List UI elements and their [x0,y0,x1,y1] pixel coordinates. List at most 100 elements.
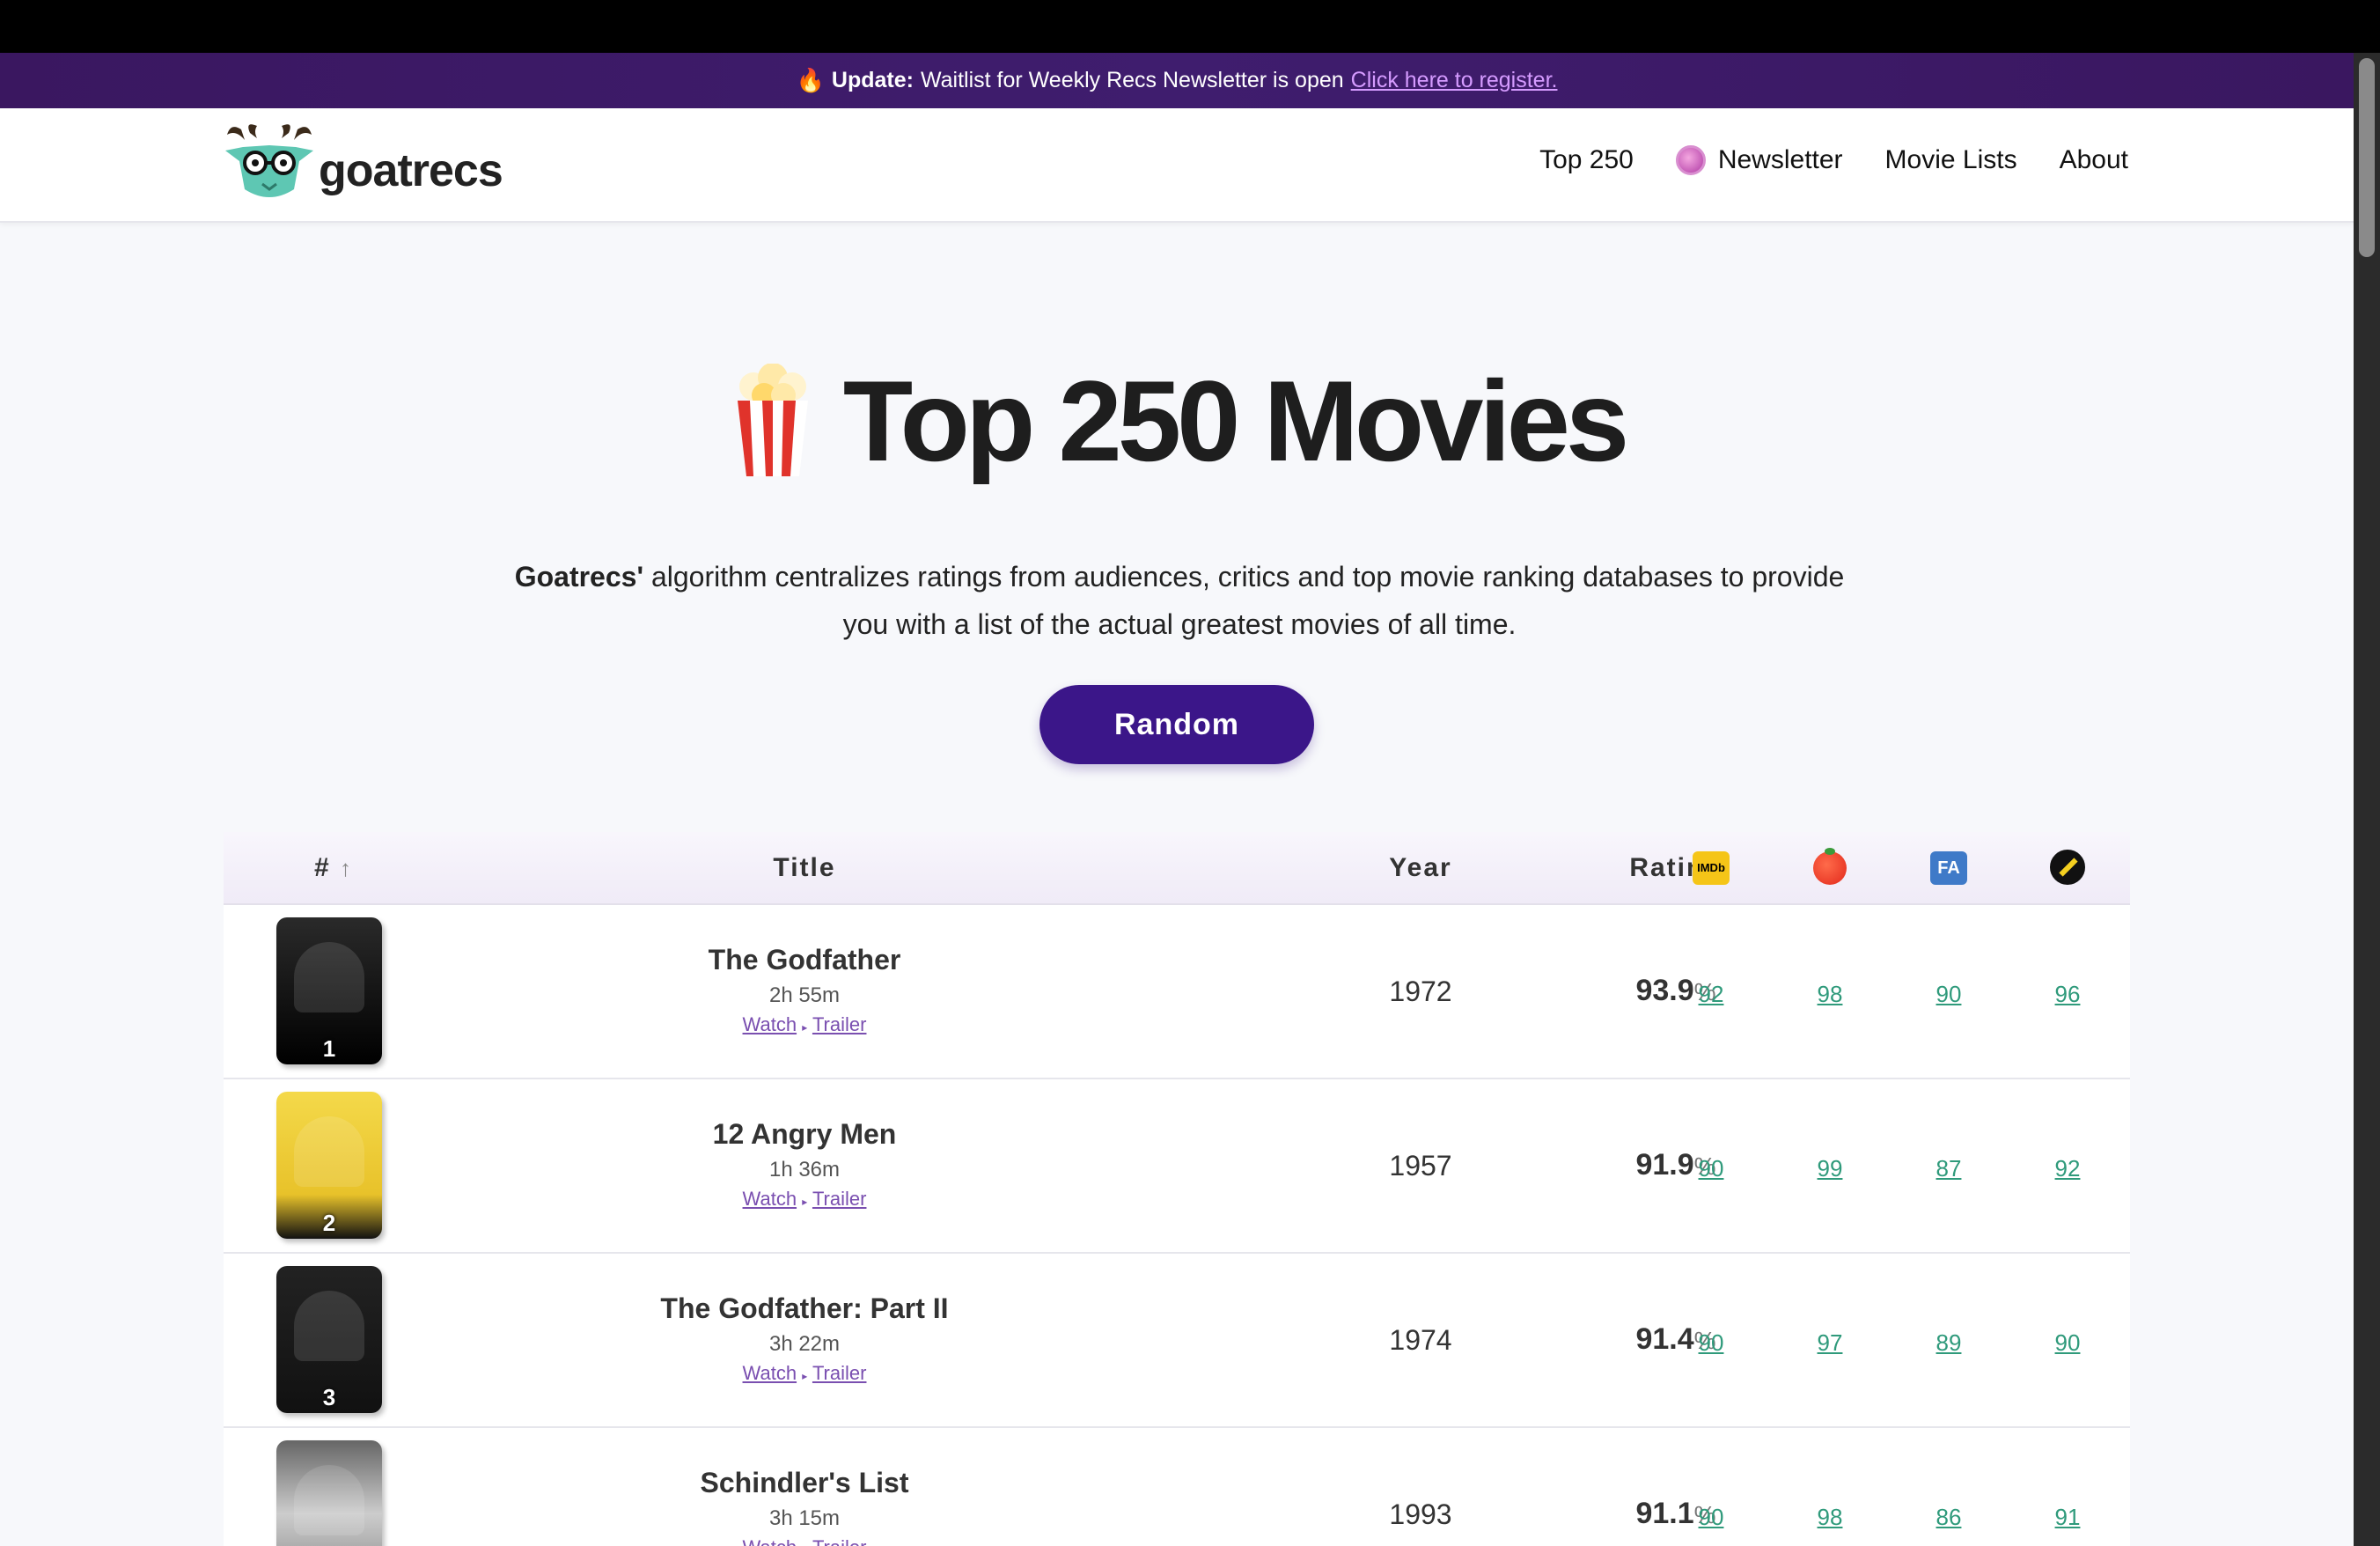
logo-text: goatrecs [319,145,503,196]
banner-register-link[interactable]: Click here to register. [1351,68,1558,93]
movie-runtime: 3h 15m [768,1506,841,1530]
filmaffinity-icon: FA [1930,851,1967,885]
table-row[interactable]: 3 The Godfather: Part II 3h 22m Watch ▸ … [224,1254,2130,1428]
rank-number: 2 [322,1210,336,1236]
nav-movie-lists[interactable]: Movie Lists [1885,145,2017,175]
filmaffinity-score[interactable]: 90 [1896,981,2002,1008]
title-cell: Schindler's List 3h 15m Watch ▸ Trailer [620,1467,989,1546]
page-description: Goatrecs' algorithm centralizes ratings … [493,553,1866,648]
letterboxd-score[interactable]: 90 [2015,1329,2120,1357]
nav-newsletter[interactable]: Newsletter [1675,145,1843,175]
rank-number: 3 [322,1384,336,1410]
trailer-link[interactable]: Trailer [812,1013,867,1035]
poster-art [294,1116,364,1187]
random-button[interactable]: Random [1039,685,1314,764]
navbar: goatrecs Top 250 Newsletter Movie Lists … [0,108,2354,223]
table-row[interactable]: 1 The Godfather 2h 55m Watch ▸ Trailer 1… [224,905,2130,1079]
movie-links: Watch ▸ Trailer [620,1013,989,1036]
movie-title[interactable]: 12 Angry Men [620,1118,989,1151]
update-banner: 🔥 Update: Waitlist for Weekly Recs Newsl… [0,53,2354,108]
page-title: Top 250 Movies [0,355,2354,487]
filmaffinity-score[interactable]: 86 [1896,1504,2002,1531]
poster-art [294,1465,364,1535]
scrollbar-thumb[interactable] [2359,58,2375,257]
movie-title[interactable]: The Godfather [620,944,989,976]
header-rotten-tomatoes[interactable] [1777,848,1883,885]
movie-year: 1972 [1389,975,1452,1007]
goat-logo-icon [225,124,313,197]
play-arrow-icon: ▸ [802,1021,808,1034]
header-filmaffinity[interactable]: FA [1896,851,2002,885]
header-rank-label: # [313,852,331,882]
table-row[interactable]: 4 Schindler's List 3h 15m Watch ▸ Traile… [224,1428,2130,1546]
fire-icon: 🔥 [796,67,825,93]
movies-table: # ↑ Title Year Rating IMDb FA 1 The Godf… [224,832,2130,1546]
filmaffinity-score[interactable]: 89 [1896,1329,2002,1357]
browser-top-bar [0,0,2380,53]
movie-runtime: 1h 36m [768,1158,841,1182]
title-cell: The Godfather 2h 55m Watch ▸ Trailer [620,944,989,1036]
banner-label: Update: [831,68,914,92]
scrollbar[interactable] [2354,53,2380,1546]
trailer-link[interactable]: Trailer [812,1536,867,1546]
watch-link[interactable]: Watch [743,1362,797,1384]
tomato-icon [1813,848,1847,885]
poster-art [294,1291,364,1361]
watch-link[interactable]: Watch [743,1188,797,1210]
movie-runtime: 2h 55m [768,983,841,1007]
table-row[interactable]: 2 12 Angry Men 1h 36m Watch ▸ Trailer 19… [224,1079,2130,1254]
rotten-tomatoes-score[interactable]: 98 [1777,1504,1883,1531]
nav-about[interactable]: About [2060,145,2128,175]
header-rank[interactable]: # ↑ [224,853,444,883]
filmaffinity-score[interactable]: 87 [1896,1155,2002,1182]
rotten-tomatoes-score[interactable]: 98 [1777,981,1883,1008]
logo[interactable]: goatrecs [224,121,503,205]
watch-link[interactable]: Watch [743,1536,797,1546]
main-nav: Top 250 Newsletter Movie Lists About [1539,145,2128,175]
rotten-tomatoes-score[interactable]: 97 [1777,1329,1883,1357]
header-title[interactable]: Title [620,853,989,883]
poster-art [294,942,364,1012]
movie-title[interactable]: The Godfather: Part II [620,1292,989,1325]
desc-text: algorithm centralizes ratings from audie… [650,561,1845,640]
imdb-score[interactable]: 90 [1658,1155,1764,1182]
header-year[interactable]: Year [1341,853,1500,883]
trailer-link[interactable]: Trailer [812,1362,867,1384]
movie-poster[interactable]: 4 [276,1440,382,1546]
watch-link[interactable]: Watch [743,1013,797,1035]
newsletter-orb-icon [1675,145,1706,175]
movie-year: 1993 [1389,1498,1452,1530]
letterboxd-score[interactable]: 96 [2015,981,2120,1008]
movie-poster[interactable]: 3 [276,1266,382,1413]
movie-poster[interactable]: 1 [276,917,382,1064]
movie-year: 1974 [1389,1324,1452,1356]
imdb-icon: IMDb [1693,851,1730,885]
movie-links: Watch ▸ Trailer [620,1536,989,1546]
imdb-score[interactable]: 90 [1658,1504,1764,1531]
popcorn-icon [737,364,808,476]
sort-arrow-icon: ↑ [340,854,354,881]
page-title-text: Top 250 Movies [842,357,1629,485]
title-cell: 12 Angry Men 1h 36m Watch ▸ Trailer [620,1118,989,1211]
header-letterboxd[interactable] [2015,850,2120,885]
rotten-tomatoes-score[interactable]: 99 [1777,1155,1883,1182]
movie-links: Watch ▸ Trailer [620,1362,989,1385]
nav-top-250[interactable]: Top 250 [1539,145,1634,175]
trailer-link[interactable]: Trailer [812,1188,867,1210]
movie-title[interactable]: Schindler's List [620,1467,989,1499]
play-arrow-icon: ▸ [802,1370,808,1382]
letterboxd-score[interactable]: 92 [2015,1155,2120,1182]
movie-links: Watch ▸ Trailer [620,1188,989,1211]
header-imdb[interactable]: IMDb [1658,851,1764,885]
letterboxd-score[interactable]: 91 [2015,1504,2120,1531]
movie-runtime: 3h 22m [768,1332,841,1356]
banner-text: Waitlist for Weekly Recs Newsletter is o… [920,68,1344,92]
table-header: # ↑ Title Year Rating IMDb FA [224,832,2130,905]
movie-poster[interactable]: 2 [276,1092,382,1239]
play-arrow-icon: ▸ [802,1196,808,1208]
page: goatrecs Top 250 Newsletter Movie Lists … [0,108,2354,1546]
letterboxd-icon [2050,850,2085,885]
desc-brand: Goatrecs' [514,561,644,593]
imdb-score[interactable]: 92 [1658,981,1764,1008]
imdb-score[interactable]: 90 [1658,1329,1764,1357]
